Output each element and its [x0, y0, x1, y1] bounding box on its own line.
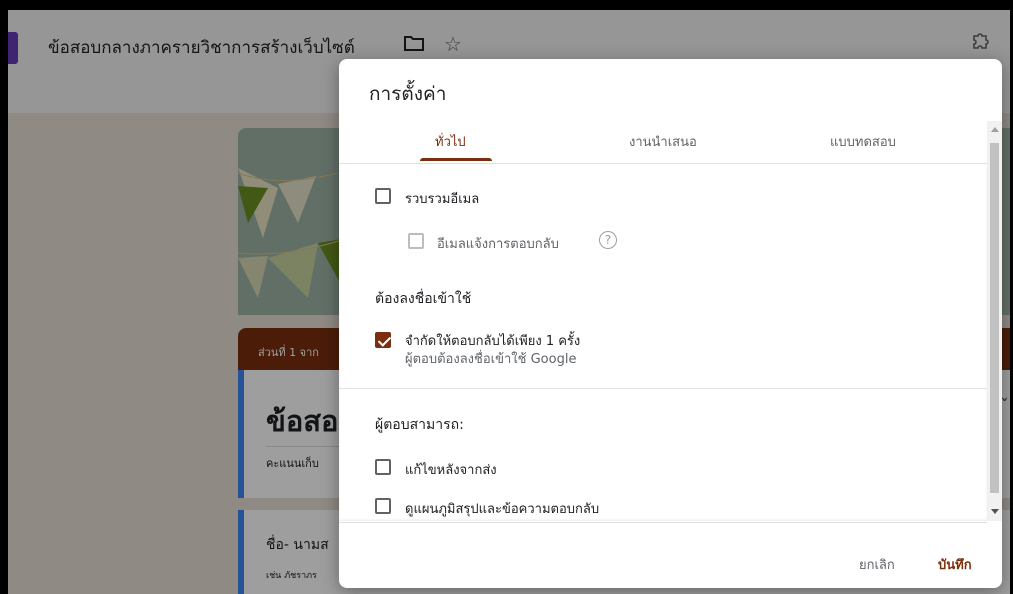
see-summary-label: ดูแผนภูมิสรุปและข้อความตอบกลับ — [405, 502, 600, 517]
collect-email-label: รวบรวมอีเมล — [405, 192, 480, 207]
respondents-heading: ผู้ตอบสามารถ: — [375, 417, 464, 433]
collect-email-checkbox[interactable] — [375, 188, 391, 204]
active-tab-indicator — [420, 158, 492, 161]
see-summary-checkbox[interactable] — [375, 498, 391, 514]
footer-divider — [339, 522, 987, 523]
dialog-title: การตั้งค่า — [369, 83, 447, 105]
help-icon[interactable]: ? — [599, 231, 617, 249]
settings-content: รวบรวมอีเมล อีเมลแจ้งการตอบกลับ ? ต้องลง… — [339, 163, 987, 521]
save-button[interactable]: บันทึก — [938, 554, 972, 575]
edit-after-submit-label: แก้ไขหลังจากส่ง — [405, 463, 497, 478]
tab-presentation[interactable]: งานนำเสนอ — [629, 131, 697, 152]
edit-after-submit-checkbox[interactable] — [375, 459, 391, 475]
tab-quiz[interactable]: แบบทดสอบ — [830, 131, 896, 152]
scrollbar-thumb[interactable] — [990, 143, 999, 493]
settings-dialog: การตั้งค่า ทั่วไป งานนำเสนอ แบบทดสอบ รวบ… — [339, 59, 1002, 588]
limit-one-response-checkbox[interactable] — [375, 332, 391, 348]
email-receipt-checkbox[interactable] — [408, 233, 424, 249]
app-frame: ข้อสอบกลางภาครายวิชาการสร้างเว็บไซต์ ☆ ส… — [8, 10, 1010, 594]
tab-general[interactable]: ทั่วไป — [435, 131, 466, 152]
limit-one-response-sublabel: ผู้ตอบต้องลงชื่อเข้าใช้ Google — [405, 352, 577, 367]
scroll-up-icon[interactable] — [991, 127, 999, 132]
cancel-button[interactable]: ยกเลิก — [859, 554, 895, 575]
email-receipt-label: อีเมลแจ้งการตอบกลับ — [437, 237, 559, 252]
settings-tabs: ทั่วไป งานนำเสนอ แบบทดสอบ — [339, 117, 987, 161]
scroll-down-icon[interactable] — [991, 509, 999, 514]
section-divider — [339, 388, 987, 389]
signin-heading: ต้องลงชื่อเข้าใช้ — [375, 291, 472, 307]
settings-scrollbar[interactable] — [987, 121, 1002, 521]
